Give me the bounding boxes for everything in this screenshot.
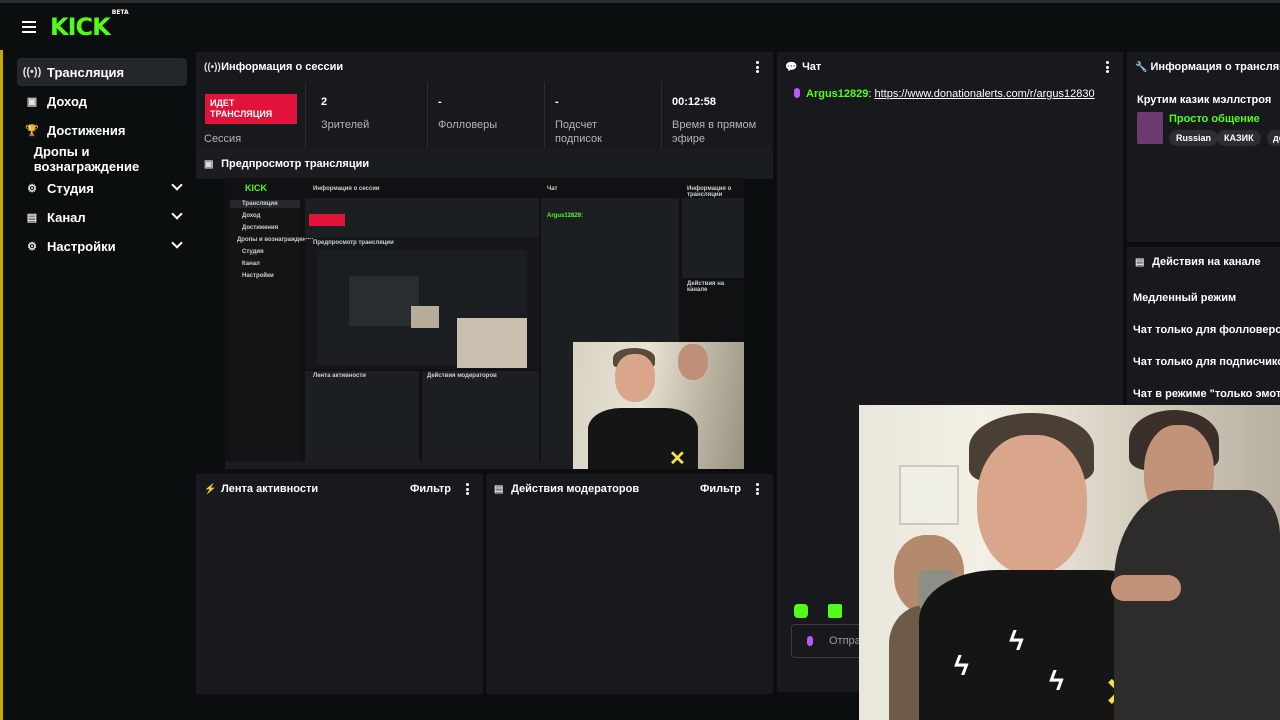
channel-icon: ▤ (26, 211, 38, 224)
sidebar-item-income[interactable]: ▣ Доход (17, 87, 187, 115)
session-info-title: Информация о сессии (221, 61, 344, 73)
session-label: Сессия (204, 133, 242, 145)
broadcast-icon: ((•)) (204, 61, 221, 73)
sidebar-item-settings[interactable]: ⚙ Настройки (17, 232, 187, 260)
emote-icon[interactable] (794, 604, 808, 618)
session-cell: ИДЕТ ТРАНСЛЯЦИЯ Сессия (196, 82, 306, 149)
tag-kazik[interactable]: КАЗИК (1217, 130, 1261, 146)
stream-title: Крутим казик мэллстроя (1137, 94, 1272, 106)
activity-filter-button[interactable]: Фильтр (410, 483, 451, 495)
sidebar-item-studio[interactable]: ⚙ Студия (17, 174, 187, 202)
session-info-panel: ((•)) Информация о сессии ИДЕТ ТРАНСЛЯЦИ… (196, 52, 773, 149)
chevron-down-icon (171, 208, 183, 220)
viewers-stat: 2 Зрителей (311, 82, 428, 149)
lightning-icon: ⚡ (204, 483, 217, 495)
stream-info-panel: 🔧 Информация о трансляци (1127, 52, 1280, 242)
moderator-actions-title: Действия модераторов (511, 483, 640, 495)
stream-preview-video[interactable]: KICK Трансляция Доход Достижения Дропы и… (225, 178, 744, 469)
wallet-icon: ▣ (26, 95, 38, 108)
webcam-overlay: ϟ ϟ ϟ ✕ (859, 405, 1280, 720)
studio-icon: ⚙ (27, 182, 37, 195)
emotes-only-toggle[interactable]: Чат в режиме "только эмоти (1133, 388, 1280, 400)
session-info-header: ((•)) Информация о сессии (196, 52, 773, 82)
sidebar-item-channel[interactable]: ▤ Канал (17, 203, 187, 231)
category-thumbnail (1137, 112, 1163, 144)
moderator-actions-panel: ▤ Действия модераторов Фильтр (486, 474, 773, 694)
wrench-icon: 🔧 (1135, 61, 1148, 73)
subscriptions-stat: - Подсчет подписок (545, 82, 662, 149)
moderator-filter-button[interactable]: Фильтр (700, 483, 741, 495)
activity-feed-title: Лента активности (221, 483, 319, 495)
activity-feed-panel: ⚡ Лента активности Фильтр (196, 474, 483, 694)
moderator-icon: ▤ (494, 483, 504, 495)
microphone-icon (807, 636, 813, 646)
chat-header: 💬 Чат (777, 52, 1123, 82)
more-options-icon[interactable] (466, 483, 469, 497)
followers-only-toggle[interactable]: Чат только для фолловеров (1133, 324, 1280, 336)
kick-logo[interactable]: KICKBETA (50, 9, 129, 41)
trophy-icon: 🏆 (25, 124, 39, 137)
preview-icon: ▣ (204, 158, 214, 170)
microphone-icon (794, 88, 800, 98)
stream-preview-header: ▣ Предпросмотр трансляции (196, 149, 773, 179)
stream-info-header: 🔧 Информация о трансляци (1127, 52, 1280, 82)
sidebar-item-broadcast[interactable]: ((•)) Трансляция (17, 58, 187, 86)
stream-preview-title: Предпросмотр трансляции (221, 158, 370, 170)
activity-feed-header: ⚡ Лента активности Фильтр (196, 474, 483, 504)
gear-icon: ⚙ (27, 240, 37, 253)
live-time-stat: 00:12:58 Время в прямом эфире (672, 96, 757, 145)
category-link[interactable]: Просто общение (1169, 113, 1260, 125)
top-bar: KICKBETA (0, 0, 1280, 50)
more-options-icon[interactable] (756, 483, 759, 497)
chat-title: Чат (802, 61, 822, 73)
sidebar-item-achievements[interactable]: 🏆 Достижения (17, 116, 187, 144)
live-badge: ИДЕТ ТРАНСЛЯЦИЯ (205, 94, 297, 124)
chevron-down-icon (171, 179, 183, 191)
preview-webcam-image: ✕ (573, 342, 744, 469)
slow-mode-toggle[interactable]: Медленный режим (1133, 292, 1236, 304)
channel-actions-title: Действия на канале (1152, 256, 1261, 268)
channel-actions-header: ▤ Действия на канале (1127, 247, 1280, 277)
moderator-actions-header: ▤ Действия модераторов Фильтр (486, 474, 773, 504)
chevron-down-icon (171, 237, 183, 249)
stream-info-title: Информация о трансляци (1150, 61, 1280, 73)
subscribers-only-toggle[interactable]: Чат только для подписчиков (1133, 356, 1280, 368)
chat-bubble-icon: 💬 (785, 61, 798, 73)
beta-badge: BETA (111, 9, 129, 16)
more-options-icon[interactable] (756, 61, 759, 75)
sidebar-item-drops[interactable]: Дропы и вознаграждение (17, 144, 187, 174)
chat-message: Argus12829: https://www.donationalerts.c… (794, 88, 1095, 100)
tag-russian[interactable]: Russian (1169, 130, 1219, 146)
broadcast-icon: ((•)) (22, 66, 42, 78)
more-options-icon[interactable] (1106, 61, 1109, 75)
emote-picker-icon[interactable] (828, 604, 842, 618)
sidebar: ((•)) Трансляция ▣ Доход 🏆 Достижения Др… (0, 50, 192, 720)
hamburger-menu-icon[interactable] (22, 21, 36, 33)
chat-message-link[interactable]: https://www.donationalerts.com/r/argus12… (875, 88, 1095, 100)
chat-username[interactable]: Argus12829 (806, 88, 868, 100)
followers-stat: - Фолловеры (428, 82, 545, 149)
channel-actions-icon: ▤ (1135, 256, 1145, 268)
tag-more[interactable]: де (1267, 130, 1280, 146)
